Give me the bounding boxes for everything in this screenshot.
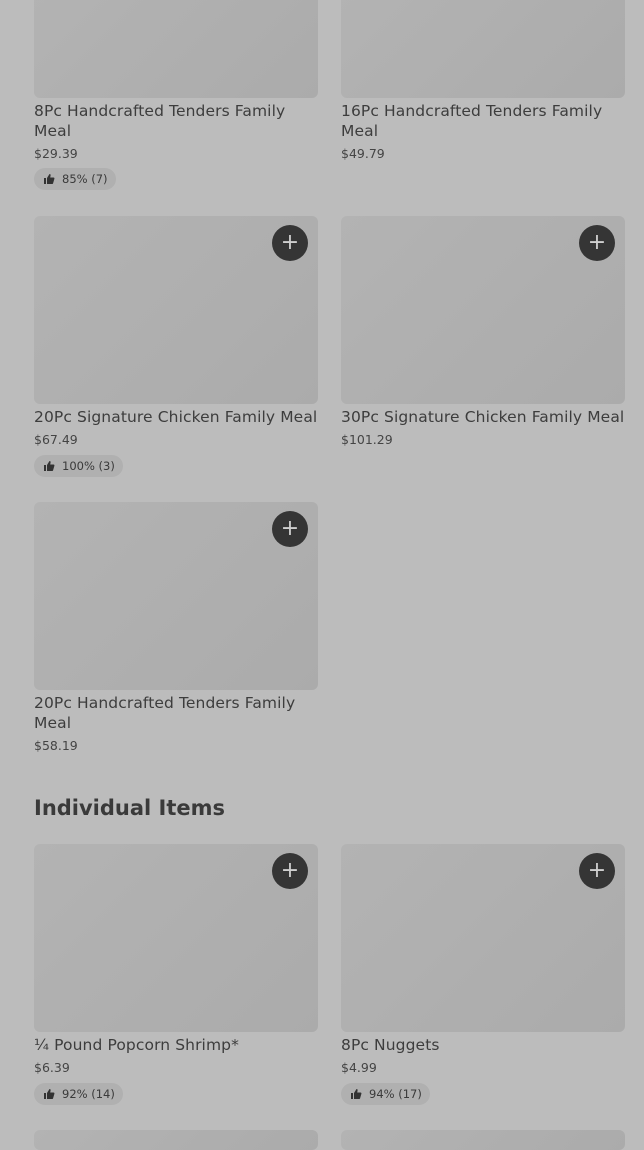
- rating-badge: 100% (3): [34, 455, 123, 477]
- menu-item-image: [34, 1130, 318, 1150]
- menu-item-title: ¼ Pound Popcorn Shrimp*: [34, 1036, 239, 1054]
- menu-item-price: $67.49: [34, 432, 78, 447]
- menu-item-image: [341, 0, 625, 98]
- thumbs-up-icon: [44, 174, 55, 184]
- rating-text: 92% (14): [62, 1087, 115, 1101]
- menu-item-title: 30Pc Signature Chicken Family Meal: [341, 408, 625, 426]
- add-to-cart-button[interactable]: +: [579, 853, 615, 889]
- plus-icon: +: [280, 230, 300, 255]
- menu-item-price: $6.39: [34, 1060, 70, 1075]
- menu-item-price: $49.79: [341, 146, 385, 161]
- menu-item-title: 20Pc Handcrafted Tenders Family Meal: [34, 694, 296, 732]
- add-to-cart-button[interactable]: +: [272, 511, 308, 547]
- plus-icon: +: [587, 230, 607, 255]
- menu-item-price: $101.29: [341, 432, 393, 447]
- menu-item-image: [341, 1130, 625, 1150]
- menu-item-title: 20Pc Signature Chicken Family Meal: [34, 408, 318, 426]
- plus-icon: +: [280, 858, 300, 883]
- menu-item-title: 8Pc Nuggets: [341, 1036, 440, 1054]
- thumbs-up-icon: [44, 461, 55, 471]
- add-to-cart-button[interactable]: +: [272, 225, 308, 261]
- menu-item-price: $4.99: [341, 1060, 377, 1075]
- plus-icon: +: [280, 516, 300, 541]
- rating-badge: 92% (14): [34, 1083, 123, 1105]
- menu-item-price: $29.39: [34, 146, 78, 161]
- menu-item-title: 16Pc Handcrafted Tenders Family Meal: [341, 102, 603, 140]
- rating-text: 94% (17): [369, 1087, 422, 1101]
- menu-item-image: [34, 0, 318, 98]
- rating-badge: 85% (7): [34, 168, 116, 190]
- section-heading: Individual Items: [34, 796, 226, 820]
- menu-item-title: 8Pc Handcrafted Tenders Family Meal: [34, 102, 286, 140]
- menu-item-price: $58.19: [34, 738, 78, 753]
- rating-text: 100% (3): [62, 459, 115, 473]
- thumbs-up-icon: [44, 1089, 55, 1099]
- rating-text: 85% (7): [62, 172, 108, 186]
- add-to-cart-button[interactable]: +: [579, 225, 615, 261]
- plus-icon: +: [587, 858, 607, 883]
- rating-badge: 94% (17): [341, 1083, 430, 1105]
- thumbs-up-icon: [351, 1089, 362, 1099]
- add-to-cart-button[interactable]: +: [272, 853, 308, 889]
